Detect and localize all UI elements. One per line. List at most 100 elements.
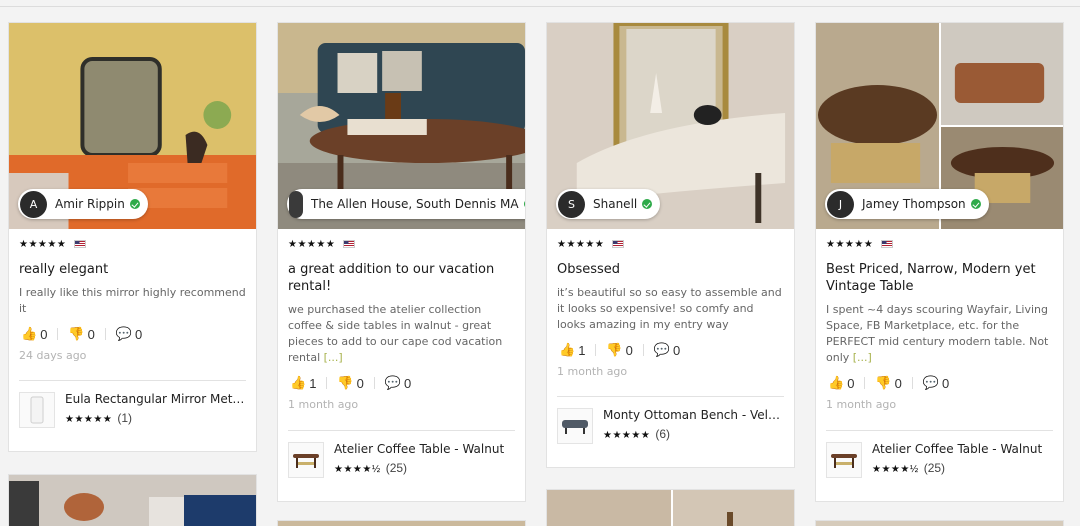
review-title: Obsessed bbox=[557, 262, 621, 277]
review-date: 1 month ago bbox=[557, 365, 628, 378]
top-divider bbox=[0, 6, 1080, 7]
product-name[interactable]: Eula Rectangular Mirror Meta... bbox=[65, 392, 246, 407]
product-thumbnail[interactable] bbox=[826, 442, 862, 478]
review-date: 1 month ago bbox=[826, 398, 897, 411]
review-stars: ★★★★★ bbox=[19, 238, 67, 250]
product-review-count: (25) bbox=[923, 461, 946, 475]
thumbs-up-icon: 👍 bbox=[290, 375, 307, 390]
us-flag-icon bbox=[612, 240, 625, 248]
review-date: 24 days ago bbox=[19, 349, 87, 362]
review-card[interactable] bbox=[546, 489, 795, 526]
like-button[interactable]: 👍 1 bbox=[559, 342, 585, 358]
comment-button[interactable]: 💬 0 bbox=[385, 375, 411, 391]
avatar bbox=[289, 190, 303, 218]
review-photo[interactable] bbox=[547, 490, 794, 526]
review-title: a great addition to our vacation rental! bbox=[288, 262, 495, 294]
vote-divider bbox=[373, 377, 375, 389]
like-count: 1 bbox=[578, 342, 586, 358]
author-pill[interactable]: S Shanell bbox=[556, 189, 661, 219]
product-link[interactable]: Atelier Coffee Table - Walnut ★★★★½ (25) bbox=[826, 430, 1053, 478]
vote-divider bbox=[911, 377, 913, 389]
author-pill[interactable]: The Allen House, South Dennis MA bbox=[287, 189, 525, 219]
product-review-count: (6) bbox=[655, 427, 670, 441]
mirror-thumb-image bbox=[30, 396, 44, 424]
review-card[interactable] bbox=[277, 520, 526, 526]
like-count: 1 bbox=[309, 375, 317, 391]
dislike-count: 0 bbox=[894, 375, 902, 391]
dislike-button[interactable]: 👎 0 bbox=[606, 342, 632, 358]
dislike-count: 0 bbox=[356, 375, 364, 391]
dislike-button[interactable]: 👎 0 bbox=[875, 375, 901, 391]
avatar: J bbox=[827, 190, 854, 218]
author-name: The Allen House, South Dennis MA bbox=[311, 197, 519, 211]
comment-button[interactable]: 💬 0 bbox=[654, 342, 680, 358]
verified-check-icon bbox=[523, 199, 525, 209]
comment-button[interactable]: 💬 0 bbox=[923, 375, 949, 391]
vote-divider bbox=[104, 328, 106, 340]
product-thumbnail[interactable] bbox=[19, 392, 55, 428]
review-card[interactable]: The Allen House, South Dennis MA ★★★★★ a… bbox=[277, 22, 526, 502]
like-button[interactable]: 👍 0 bbox=[21, 326, 47, 342]
review-card[interactable]: S Shanell ★★★★★ Obsessed it’s beautiful … bbox=[546, 22, 795, 468]
review-title: really elegant bbox=[19, 262, 109, 277]
avatar: A bbox=[20, 190, 47, 218]
review-photo[interactable]: A Amir Rippin bbox=[9, 23, 256, 229]
product-stars: ★★★★½ bbox=[872, 464, 919, 475]
thumbs-up-icon: 👍 bbox=[21, 326, 38, 341]
thumbs-down-icon: 👎 bbox=[68, 326, 85, 341]
review-photo[interactable]: S Shanell bbox=[547, 23, 794, 229]
product-thumbnail[interactable] bbox=[288, 442, 324, 478]
review-photo[interactable] bbox=[816, 521, 1063, 526]
review-photo[interactable] bbox=[9, 475, 256, 526]
comment-icon: 💬 bbox=[922, 375, 940, 390]
like-button[interactable]: 👍 0 bbox=[828, 375, 854, 391]
thumbs-down-icon: 👎 bbox=[875, 375, 892, 390]
verified-check-icon bbox=[129, 199, 140, 209]
review-text: I spent ~4 days scouring Wayfair, Living… bbox=[826, 303, 1049, 364]
author-pill[interactable]: A Amir Rippin bbox=[18, 189, 148, 219]
living-room-photo-image bbox=[9, 475, 256, 526]
comment-count: 0 bbox=[942, 375, 950, 391]
product-link[interactable]: Atelier Coffee Table - Walnut ★★★★½ (25) bbox=[288, 430, 515, 478]
read-more-link[interactable]: [...] bbox=[324, 351, 343, 364]
verified-check-icon bbox=[642, 199, 653, 209]
review-stars: ★★★★★ bbox=[826, 238, 874, 250]
like-button[interactable]: 👍 1 bbox=[290, 375, 316, 391]
author-name: Amir Rippin bbox=[55, 197, 125, 211]
comment-icon: 💬 bbox=[115, 326, 133, 341]
review-stars: ★★★★★ bbox=[557, 238, 605, 250]
dislike-button[interactable]: 👎 0 bbox=[68, 326, 94, 342]
product-name[interactable]: Monty Ottoman Bench - Velvet bbox=[603, 408, 784, 423]
product-thumbnail[interactable] bbox=[557, 408, 593, 444]
review-card[interactable]: A Amir Rippin ★★★★★ really elegant I rea… bbox=[8, 22, 257, 452]
comment-count: 0 bbox=[673, 342, 681, 358]
read-more-link[interactable]: [...] bbox=[853, 351, 872, 364]
avatar: S bbox=[558, 190, 585, 218]
vote-divider bbox=[642, 344, 644, 356]
dislike-button[interactable]: 👎 0 bbox=[337, 375, 363, 391]
product-name[interactable]: Atelier Coffee Table - Walnut bbox=[334, 442, 504, 457]
comment-button[interactable]: 💬 0 bbox=[116, 326, 142, 342]
product-stars: ★★★★★ bbox=[65, 414, 113, 425]
collage-photo-image bbox=[547, 490, 794, 526]
thumbs-down-icon: 👎 bbox=[606, 342, 623, 357]
review-photo[interactable]: J Jamey Thompson bbox=[816, 23, 1063, 229]
review-photo[interactable] bbox=[278, 521, 525, 526]
thumbs-down-icon: 👎 bbox=[337, 375, 354, 390]
ottoman-thumb-image bbox=[562, 420, 588, 434]
review-card[interactable] bbox=[815, 520, 1064, 526]
author-pill[interactable]: J Jamey Thompson bbox=[825, 189, 989, 219]
product-name[interactable]: Atelier Coffee Table - Walnut bbox=[872, 442, 1042, 457]
review-photo[interactable]: The Allen House, South Dennis MA bbox=[278, 23, 525, 229]
product-stars: ★★★★½ bbox=[334, 464, 381, 475]
comment-count: 0 bbox=[135, 326, 143, 342]
vote-divider bbox=[57, 328, 59, 340]
us-flag-icon bbox=[343, 240, 356, 248]
review-card[interactable] bbox=[8, 474, 257, 526]
comment-icon: 💬 bbox=[384, 375, 402, 390]
product-link[interactable]: Eula Rectangular Mirror Meta... ★★★★★ (1) bbox=[19, 380, 246, 428]
review-card[interactable]: J Jamey Thompson ★★★★★ Best Priced, Narr… bbox=[815, 22, 1064, 502]
product-link[interactable]: Monty Ottoman Bench - Velvet ★★★★★ (6) bbox=[557, 396, 784, 444]
like-count: 0 bbox=[847, 375, 855, 391]
us-flag-icon bbox=[74, 240, 87, 248]
